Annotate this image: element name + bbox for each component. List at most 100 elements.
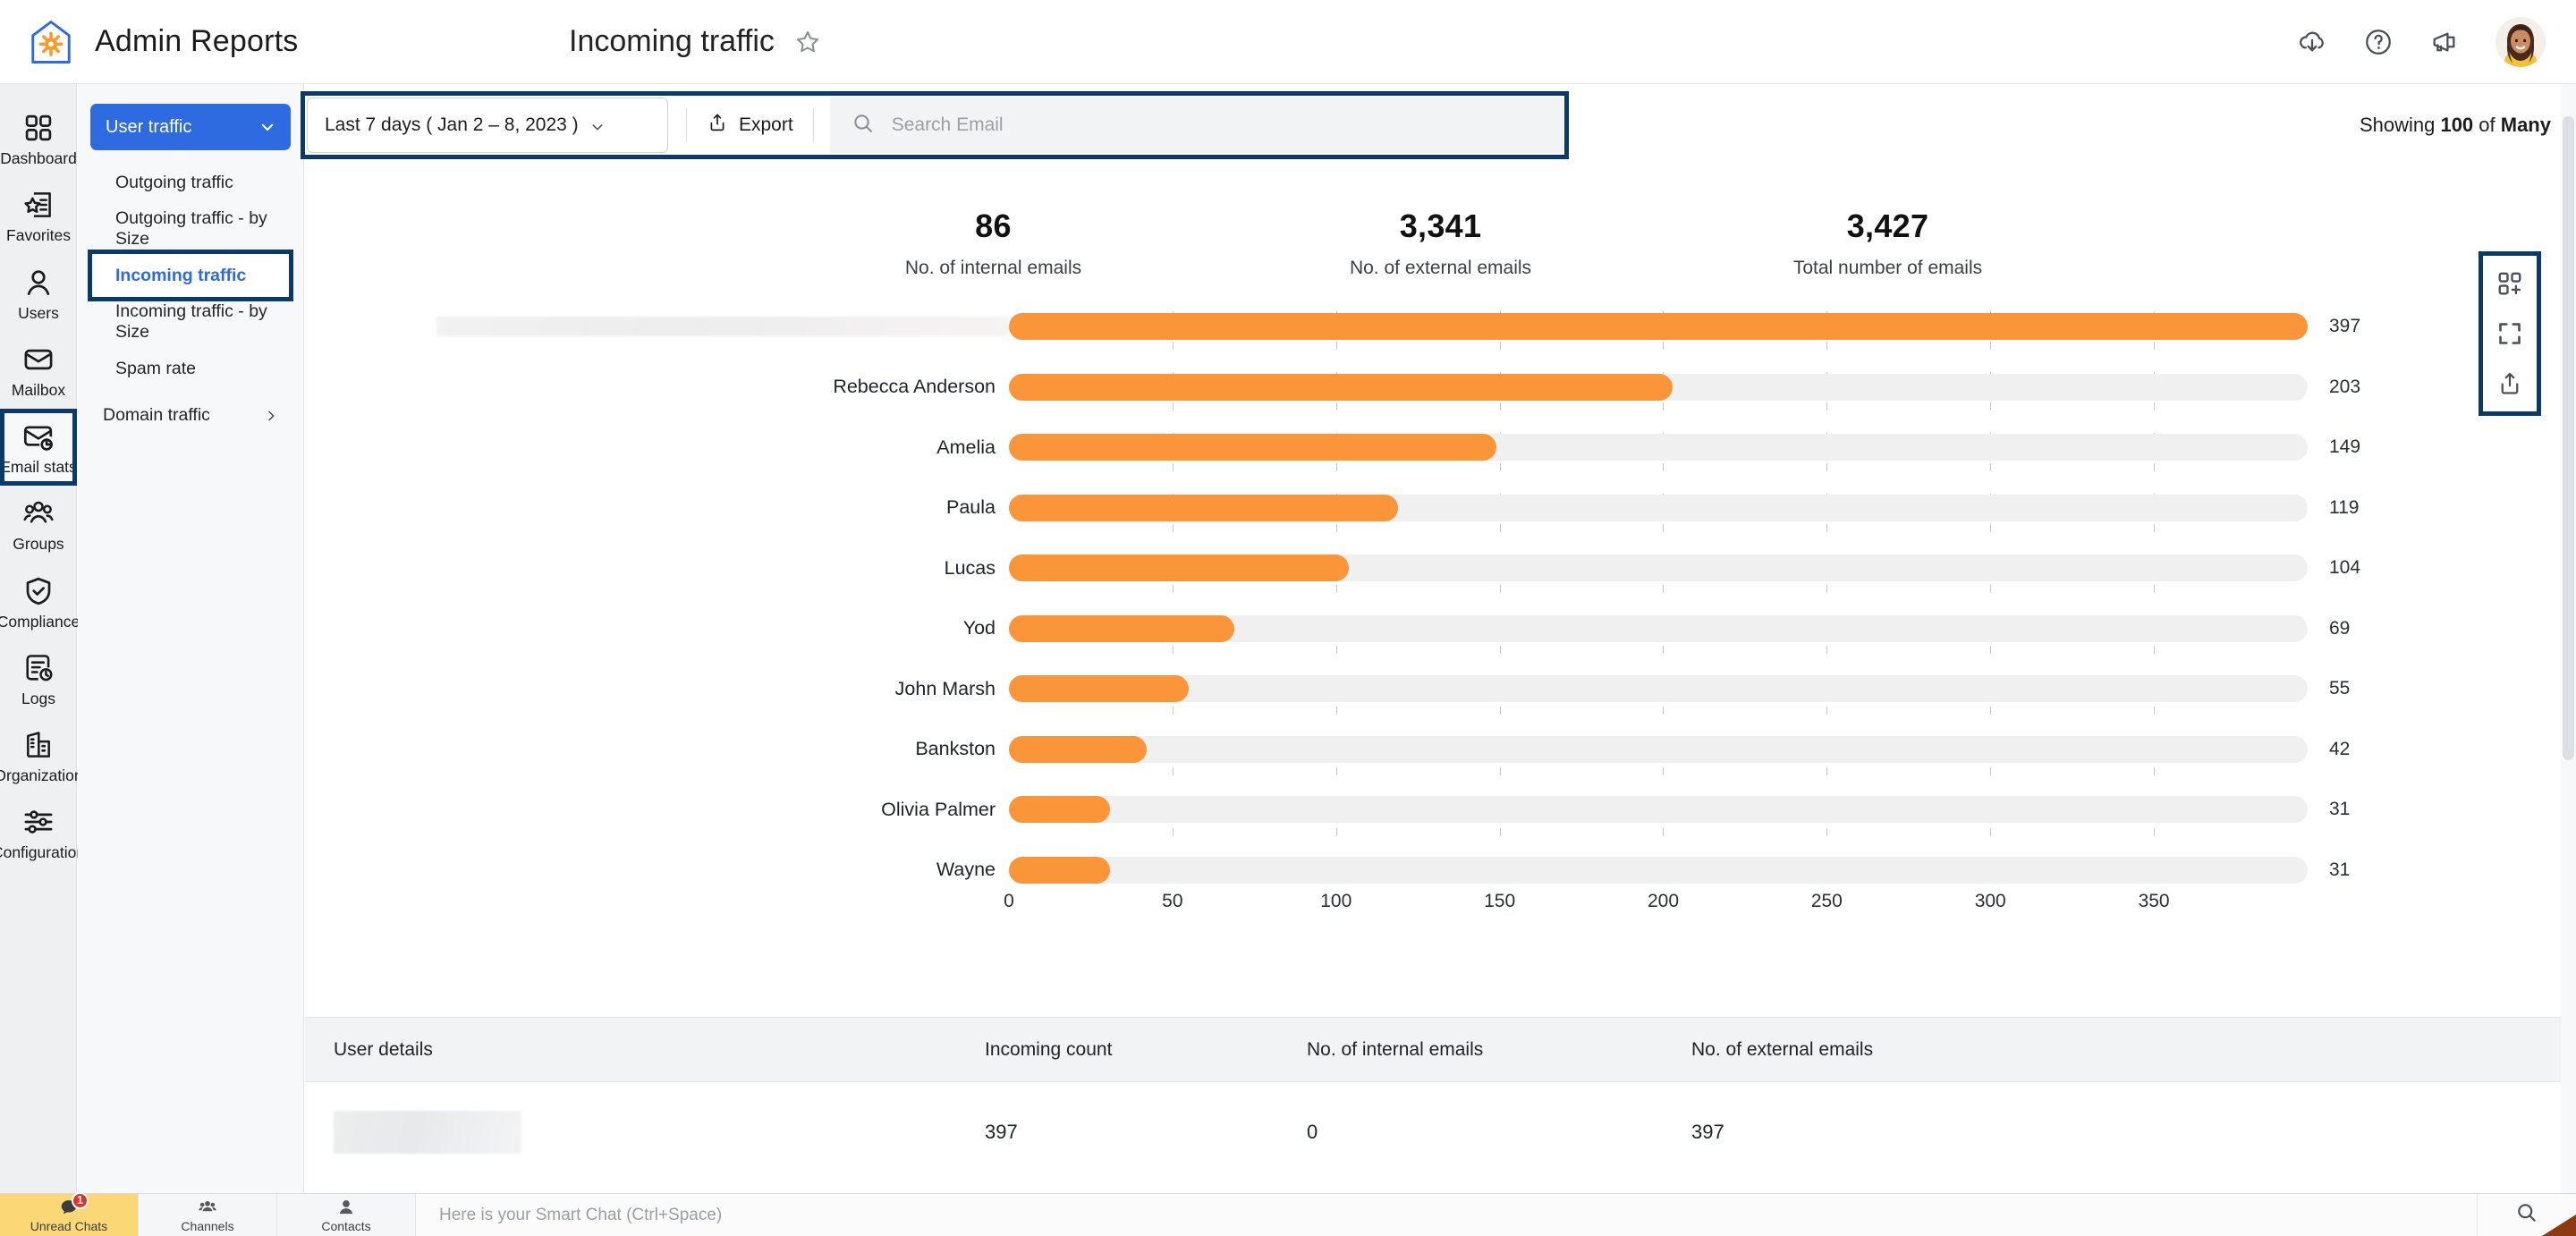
building-icon [22, 729, 55, 761]
subnav-item-outgoing-traffic-by-size[interactable]: Outgoing traffic - by Size [90, 206, 291, 252]
chart-tool-strip [2479, 251, 2541, 416]
bar-fill[interactable] [1009, 373, 1674, 401]
divider [812, 108, 814, 142]
rail-item-label: Dashboard [0, 149, 77, 167]
showing-prefix: Showing [2359, 114, 2441, 136]
bar-track [1009, 494, 2308, 521]
envelope-icon [22, 343, 55, 376]
bar-fill[interactable] [1009, 735, 1147, 763]
rail-item-organization[interactable]: Organization [0, 717, 83, 794]
x-axis: 0 50 100 150 200 250 300 350 [1004, 891, 2308, 932]
rail-item-mailbox[interactable]: Mailbox [0, 332, 77, 409]
subnav-item-spam-rate[interactable]: Spam rate [90, 345, 291, 392]
rail-item-label: Organization [0, 766, 83, 784]
star-document-icon [22, 189, 55, 221]
bar-row[interactable]: Paula 119 [305, 493, 2576, 523]
bar-fill[interactable] [1009, 675, 1190, 702]
subnav-item-domain-traffic[interactable]: Domain traffic [90, 392, 291, 438]
bar-row[interactable]: Lucas 104 [305, 553, 2576, 583]
chat-tab-channels[interactable]: Channels [139, 1194, 277, 1236]
subnav-item-incoming-traffic[interactable]: Incoming traffic [88, 250, 293, 301]
x-axis-tick-label: 0 [1004, 891, 1014, 911]
chat-tab-contacts[interactable]: Contacts [277, 1194, 416, 1236]
bar-value-label: 31 [2329, 859, 2351, 880]
showing-count: Showing 100 of Many [2360, 114, 2551, 137]
chat-tab-label: Contacts [321, 1218, 371, 1233]
bar-fill[interactable] [1009, 313, 2308, 340]
scrollbar-thumb[interactable] [2563, 116, 2574, 760]
chat-bubble-icon: 1 [59, 1191, 89, 1217]
fullscreen-icon[interactable] [2496, 320, 2523, 347]
chat-tab-label: Unread Chats [30, 1218, 108, 1233]
help-circle-icon[interactable] [2363, 27, 2394, 57]
bar-row[interactable]: Rebecca Anderson 203 [305, 372, 2576, 402]
date-range-selector[interactable]: Last 7 days ( Jan 2 – 8, 2023 ) [307, 97, 668, 153]
column-header-user-details[interactable]: User details [305, 1039, 985, 1061]
column-header-external-emails[interactable]: No. of external emails [1691, 1039, 2076, 1061]
bar-chart: 397 Rebecca Anderson 203 Amelia 149 Paula 119 L… [305, 311, 2576, 911]
bar-row[interactable]: Bankston 42 [305, 734, 2576, 765]
export-button[interactable]: Export [703, 106, 797, 144]
search-input[interactable] [891, 114, 1543, 136]
subnav-group-user-traffic[interactable]: User traffic [90, 104, 291, 150]
redacted-category-label [436, 317, 1009, 336]
house-gear-icon [27, 18, 75, 66]
bar-fill[interactable] [1009, 494, 1399, 521]
bar-rows: 397 Rebecca Anderson 203 Amelia 149 Paula 119 L… [305, 311, 2576, 885]
kpi-value: 3,341 [1399, 207, 1482, 244]
date-range-value: Last 7 days ( Jan 2 – 8, 2023 ) [325, 114, 579, 135]
category-label: Yod [962, 617, 996, 639]
add-to-dashboard-icon[interactable] [2496, 270, 2523, 297]
bar-row[interactable]: 397 [305, 311, 2576, 342]
rail-item-email-stats[interactable]: Email stats [0, 409, 77, 487]
subnav-group-label: User traffic [106, 116, 192, 137]
cell-incoming-count: 397 [985, 1121, 1018, 1143]
bar-fill[interactable] [1009, 434, 1496, 461]
rail-item-compliance[interactable]: Compliance [0, 563, 80, 640]
column-header-incoming-count[interactable]: Incoming count [985, 1039, 1307, 1061]
unread-badge: 1 [72, 1191, 89, 1209]
x-axis-tick-label: 300 [1974, 891, 2006, 911]
bar-fill[interactable] [1009, 555, 1350, 581]
share-upload-icon[interactable] [2496, 370, 2523, 397]
bar-track [1009, 313, 2308, 340]
rail-item-label: Favorites [6, 226, 71, 245]
x-axis-tick-label: 150 [1484, 891, 1516, 911]
chat-bar: 1 Unread Chats Channels Contacts Here is… [0, 1191, 2576, 1236]
search-email-box[interactable] [829, 97, 1564, 153]
column-header-internal-emails[interactable]: No. of internal emails [1307, 1039, 1691, 1061]
showing-middle: of [2473, 114, 2501, 136]
vertical-scrollbar[interactable] [2561, 84, 2576, 1193]
bar-fill[interactable] [1009, 614, 1235, 642]
smart-chat-placeholder: Here is your Smart Chat (Ctrl+Space) [439, 1205, 723, 1224]
bar-fill[interactable] [1009, 796, 1111, 823]
bar-row[interactable]: John Marsh 55 [305, 673, 2576, 704]
bar-row[interactable]: Olivia Palmer 31 [305, 794, 2576, 825]
table-row[interactable]: 397 0 397 [305, 1082, 2576, 1182]
subnav-item-label: Outgoing traffic - by Size [115, 208, 267, 249]
smart-chat-input[interactable]: Here is your Smart Chat (Ctrl+Space) [416, 1194, 2478, 1236]
megaphone-icon[interactable] [2429, 27, 2460, 57]
download-cloud-icon[interactable] [2297, 27, 2327, 57]
bar-row[interactable]: Amelia 149 [305, 432, 2576, 462]
rail-item-users[interactable]: Users [0, 255, 77, 332]
search-icon [2515, 1201, 2538, 1229]
page-header: Incoming traffic [555, 24, 2297, 59]
bar-row[interactable]: Yod 69 [305, 614, 2576, 644]
rail-item-configuration[interactable]: Configuration [0, 794, 85, 871]
rail-item-favorites[interactable]: Favorites [0, 177, 77, 254]
bar-row[interactable]: Wayne 31 [305, 855, 2576, 885]
avatar[interactable] [2496, 16, 2546, 67]
rail-item-dashboard[interactable]: Dashboard [0, 100, 77, 177]
chat-tab-unread-chats[interactable]: 1 Unread Chats [0, 1191, 139, 1236]
rail-item-groups[interactable]: Groups [0, 486, 77, 563]
bar-fill[interactable] [1009, 856, 1111, 884]
rail-item-logs[interactable]: Logs [0, 640, 77, 717]
primary-nav-rail: Dashboard Favorites Users Mailbox Email … [0, 84, 85, 1236]
subnav-item-outgoing-traffic[interactable]: Outgoing traffic [90, 159, 291, 206]
bar-value-label: 42 [2329, 738, 2351, 759]
brand[interactable]: Admin Reports [0, 18, 555, 66]
star-icon[interactable] [794, 29, 821, 55]
category-label: Lucas [944, 556, 996, 579]
subnav-item-incoming-traffic-by-size[interactable]: Incoming traffic - by Size [90, 299, 291, 345]
